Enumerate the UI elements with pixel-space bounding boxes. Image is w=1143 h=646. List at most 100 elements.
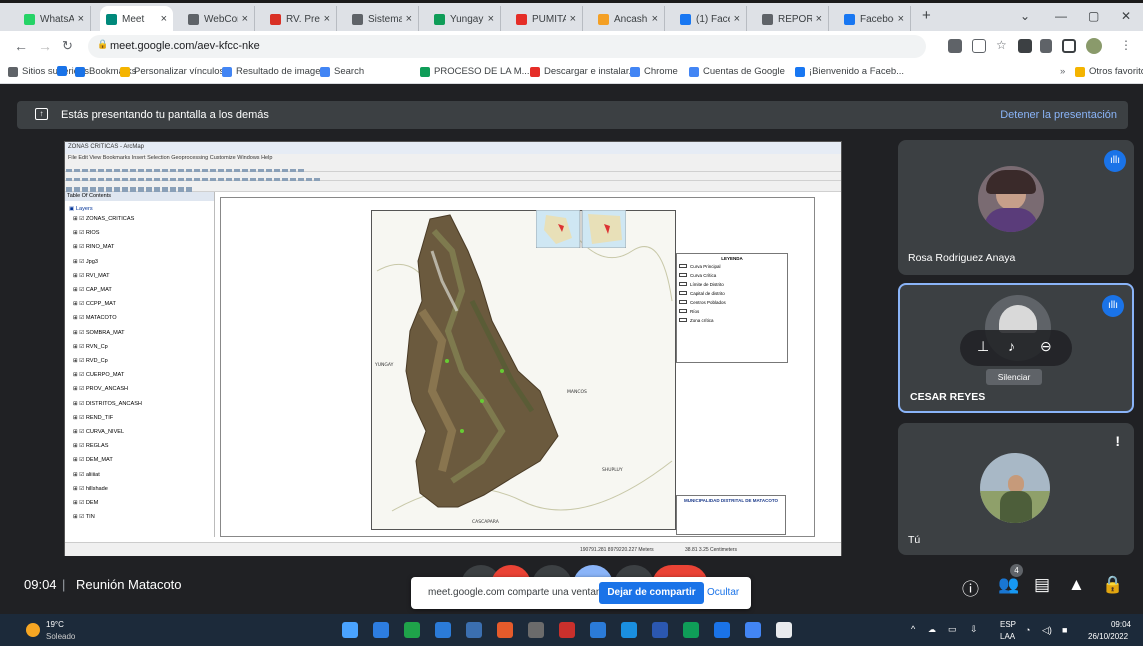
participant-tile-rosa[interactable]: ıllı Rosa Rodriguez Anaya: [898, 140, 1134, 275]
side-panel-icon[interactable]: [1062, 39, 1076, 53]
toc-layer[interactable]: ⊞ ☑ RINO_MAT: [73, 244, 114, 250]
tab-close-icon[interactable]: ×: [406, 13, 412, 25]
toc-layer[interactable]: ⊞ ☑ DEM: [73, 500, 98, 506]
toc-layer[interactable]: ⊞ ☑ REGLAS: [73, 443, 109, 449]
edge-icon[interactable]: [435, 622, 451, 638]
excel-icon[interactable]: [683, 622, 699, 638]
host-controls-icon[interactable]: 🔒: [1102, 575, 1123, 595]
meet-tray-icon[interactable]: ⇩: [970, 624, 978, 635]
tab-5[interactable]: Yungay - ×: [428, 6, 501, 32]
remove-icon[interactable]: ⊖: [1040, 338, 1052, 355]
bookmarks-overflow-icon[interactable]: »: [1060, 66, 1065, 77]
toc-layer[interactable]: ⊞ ☑ CURVA_NIVEL: [73, 429, 124, 435]
tab-2[interactable]: WebCom ×: [182, 6, 255, 32]
tab-1[interactable]: Meet ×: [100, 6, 173, 32]
people-icon[interactable]: 👥: [998, 575, 1019, 595]
chrome-icon[interactable]: [745, 622, 761, 638]
reload-icon[interactable]: ↻: [62, 38, 73, 54]
tab-search-icon[interactable]: ⌄: [1020, 9, 1030, 23]
stop-sharing-button[interactable]: Dejar de compartir: [599, 582, 704, 604]
toc-layer[interactable]: ⊞ ☑ aliiiiat: [73, 472, 100, 478]
toc-layer[interactable]: ⊞ ☑ CCPP_MAT: [73, 301, 116, 307]
task-view-icon[interactable]: [404, 622, 420, 638]
toc-layer[interactable]: ⊞ ☑ CAP_MAT: [73, 287, 112, 293]
chat-icon[interactable]: ▤: [1034, 575, 1050, 595]
new-tab-button[interactable]: +: [922, 7, 931, 24]
toc-layer[interactable]: ⊞ ☑ ZONAS_CRITICAS: [73, 216, 134, 222]
toc-layer[interactable]: ⊞ ☑ RVI_MAT: [73, 273, 110, 279]
tab-close-icon[interactable]: ×: [242, 13, 248, 25]
stop-presenting-link[interactable]: Detener la presentación: [1000, 109, 1117, 121]
tab-8[interactable]: (1) Faceb ×: [674, 6, 747, 32]
pin-icon[interactable]: ⊥: [977, 338, 989, 355]
explorer-icon[interactable]: [590, 622, 606, 638]
toc-layer[interactable]: ⊞ ☑ SOMBRA_MAT: [73, 330, 125, 336]
bookmark-item-5[interactable]: Search: [320, 66, 364, 77]
bookmark-star-icon[interactable]: ☆: [996, 38, 1007, 52]
toc-layer[interactable]: ⊞ ☑ MATACOTO: [73, 315, 117, 321]
toc-layer[interactable]: ⊞ ☑ DEM_MAT: [73, 457, 113, 463]
tab-close-icon[interactable]: ×: [816, 13, 822, 25]
back-icon[interactable]: ←: [14, 38, 28, 54]
bookmark-item-9[interactable]: Cuentas de Google: [689, 66, 785, 77]
tray-overflow-icon[interactable]: ^: [911, 624, 915, 634]
hide-button[interactable]: Ocultar: [707, 587, 739, 598]
tab-10[interactable]: Facebook ×: [838, 6, 911, 32]
tab-close-icon[interactable]: ×: [488, 13, 494, 25]
toc-layer[interactable]: ⊞ ☑ PROV_ANCASH: [73, 386, 128, 392]
weather-desc[interactable]: Soleado: [46, 632, 75, 641]
tab-close-icon[interactable]: ×: [570, 13, 576, 25]
firefox-icon[interactable]: [497, 622, 513, 638]
tab-9[interactable]: REPORT ×: [756, 6, 829, 32]
start-icon[interactable]: [342, 622, 358, 638]
toc-layer[interactable]: ⊞ ☑ RVN_Cp: [73, 344, 108, 350]
forward-icon[interactable]: →: [38, 38, 52, 54]
toc-layer[interactable]: ⊞ ☑ DISTRITOS_ANCASH: [73, 401, 142, 407]
meeting-info-icon[interactable]: ⓘ: [962, 575, 979, 600]
tab-close-icon[interactable]: ×: [161, 13, 167, 25]
volume-icon[interactable]: ◁): [1042, 625, 1052, 636]
tab-close-icon[interactable]: ×: [734, 13, 740, 25]
onedrive-icon[interactable]: ☁: [928, 625, 936, 634]
restore-icon[interactable]: ▢: [1088, 9, 1099, 23]
participant-tile-self[interactable]: ! Tú: [898, 423, 1134, 555]
mute-mic-icon[interactable]: ♪: [1008, 338, 1015, 354]
tab-4[interactable]: Sistema ×: [346, 6, 419, 32]
power-icon[interactable]: ■: [1062, 625, 1067, 635]
toc-layer[interactable]: ⊞ ☑ TIN: [73, 514, 95, 520]
tab-close-icon[interactable]: ×: [652, 13, 658, 25]
tab-7[interactable]: Ancash ×: [592, 6, 665, 32]
wifi-icon[interactable]: ◔: [1025, 625, 1030, 635]
share-page-icon[interactable]: [972, 39, 986, 53]
bookmark-item-10[interactable]: ¡Bienvenido a Faceb...: [795, 66, 904, 77]
tab-close-icon[interactable]: ×: [324, 13, 330, 25]
bookmark-item-7[interactable]: Descargar e instalar...: [530, 66, 636, 77]
toc-layer[interactable]: ⊞ ☑ REND_TIF: [73, 415, 113, 421]
address-field[interactable]: 🔒 meet.google.com/aev-kfcc-nke: [88, 35, 926, 58]
tab-3[interactable]: RV. Precu ×: [264, 6, 337, 32]
arcgis-icon[interactable]: [714, 622, 730, 638]
tab-6[interactable]: PUMITA ×: [510, 6, 583, 32]
word-icon[interactable]: [652, 622, 668, 638]
mail-icon[interactable]: [466, 622, 482, 638]
bookmark-item-4[interactable]: Resultado de image...: [222, 66, 328, 77]
acrobat-icon[interactable]: [559, 622, 575, 638]
calculator-icon[interactable]: [528, 622, 544, 638]
tray-time[interactable]: 09:04: [1101, 620, 1131, 629]
battery-icon[interactable]: ▭: [948, 624, 957, 635]
search-icon[interactable]: [373, 622, 389, 638]
lang-label-2[interactable]: LAA: [1000, 632, 1015, 641]
toc-layer[interactable]: ⊞ ☑ RIOS: [73, 230, 100, 236]
settings-icon[interactable]: [776, 622, 792, 638]
weather-temp[interactable]: 19°C: [46, 620, 64, 629]
tab-close-icon[interactable]: ×: [78, 13, 84, 25]
bookmark-item-1[interactable]: [57, 66, 71, 76]
tray-date[interactable]: 26/10/2022: [1088, 632, 1128, 641]
toc-layer[interactable]: ⊞ ☑ Jpg3: [73, 259, 98, 265]
bookmark-item-8[interactable]: Chrome: [630, 66, 678, 77]
activities-icon[interactable]: ▲: [1068, 575, 1085, 595]
profile-avatar[interactable]: [1086, 38, 1102, 54]
toc-layer[interactable]: ⊞ ☑ hillshade: [73, 486, 108, 492]
other-favorites[interactable]: Otros favoritos: [1075, 66, 1143, 77]
close-window-icon[interactable]: ✕: [1121, 9, 1131, 23]
